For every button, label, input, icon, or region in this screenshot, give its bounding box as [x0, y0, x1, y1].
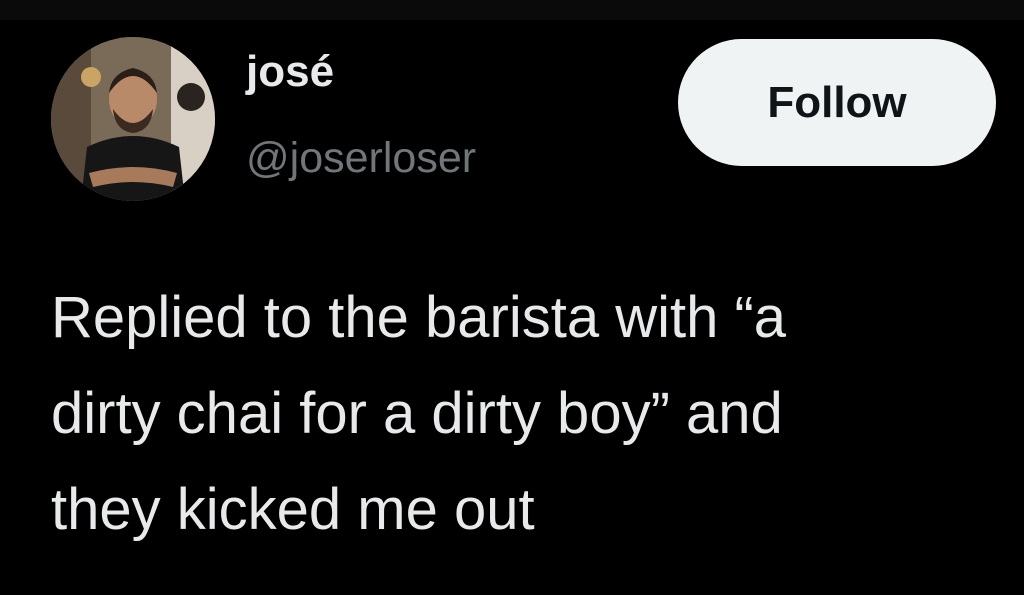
- follow-button[interactable]: Follow: [678, 39, 996, 166]
- user-handle[interactable]: @joserloser: [246, 137, 476, 180]
- display-name[interactable]: josé: [246, 50, 334, 94]
- tweet-text: Replied to the barista with “a dirty cha…: [51, 285, 787, 542]
- profile-photo-icon: [51, 37, 215, 201]
- avatar[interactable]: [51, 37, 215, 201]
- tweet-card: josé @joserloser Follow Replied to the b…: [0, 0, 1024, 595]
